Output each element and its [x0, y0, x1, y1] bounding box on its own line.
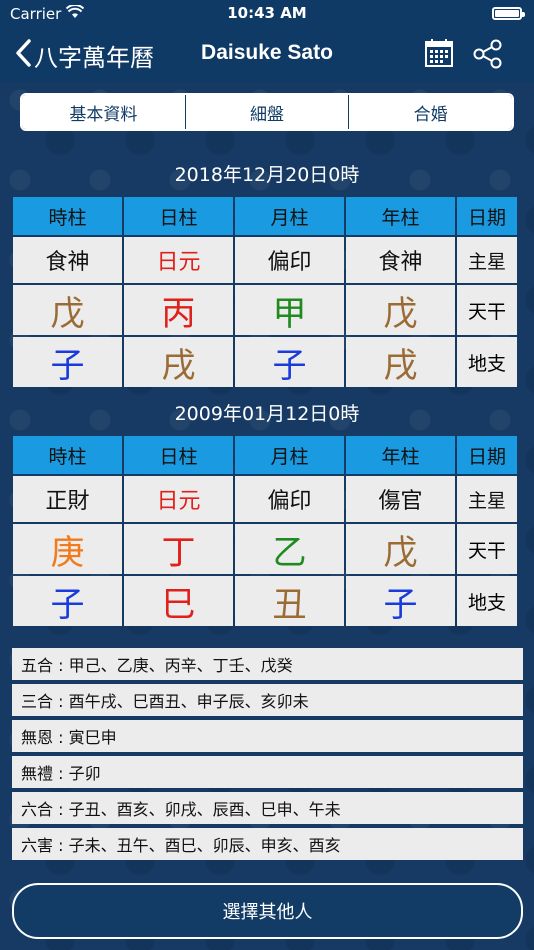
share-icon[interactable] [472, 38, 504, 70]
header-date: 日期 [457, 436, 517, 474]
chart2-star-row: 正財 日元 偏印 傷官 主星 [12, 476, 523, 524]
battery-icon [492, 7, 525, 20]
star-cell: 偏印 [235, 476, 344, 522]
chart1-date: 2018年12月20日0時 [174, 164, 360, 186]
stem-cell: 戊 [346, 285, 455, 335]
list-item: 六害 : 子未、丑午、酉巳、卯辰、申亥、酉亥 [12, 828, 523, 860]
star-cell: 食神 [13, 237, 122, 283]
branch-cell: 丑 [235, 576, 344, 626]
header-day-pillar: 日柱 [124, 197, 233, 235]
chart2-header-row: 時柱 日柱 月柱 年柱 日期 [12, 436, 523, 476]
tab-detail-chart[interactable]: 細盤 [185, 95, 350, 129]
header-hour-pillar: 時柱 [13, 436, 122, 474]
list-item: 五合 : 甲己、乙庚、丙辛、丁壬、戊癸 [12, 648, 523, 680]
star-cell: 日元 [124, 237, 233, 283]
chart1-zhi-row: 子 戌 子 戌 地支 [12, 337, 523, 389]
branch-cell: 戌 [346, 337, 455, 387]
stem-cell: 庚 [13, 524, 122, 574]
stem-cell: 甲 [235, 285, 344, 335]
tab-marriage[interactable]: 合婚 [349, 95, 512, 129]
chart2-gan-row: 庚 丁 乙 戊 天干 [12, 524, 523, 576]
navigation-bar: 八字萬年曆 Daisuke Sato [0, 28, 534, 82]
header-year-pillar: 年柱 [346, 436, 455, 474]
branch-cell: 子 [346, 576, 455, 626]
branch-cell: 巳 [124, 576, 233, 626]
chart1-star-row: 食神 日元 偏印 食神 主星 [12, 237, 523, 285]
tab-basic-info[interactable]: 基本資料 [22, 95, 186, 129]
chart1-grid: 時柱 日柱 月柱 年柱 日期 食神 日元 偏印 食神 主星 戊 丙 甲 戊 天干… [12, 197, 523, 389]
list-item: 無禮 : 子卯 [12, 756, 523, 788]
header-hour-pillar: 時柱 [13, 197, 122, 235]
clock: 10:43 AM [227, 4, 307, 22]
branch-cell: 子 [13, 576, 122, 626]
header-date: 日期 [457, 197, 517, 235]
row-label-heavenly-stem: 天干 [457, 524, 517, 574]
star-cell: 食神 [346, 237, 455, 283]
header-month-pillar: 月柱 [235, 436, 344, 474]
row-label-heavenly-stem: 天干 [457, 285, 517, 335]
row-label-earthly-branch: 地支 [457, 337, 517, 387]
header-month-pillar: 月柱 [235, 197, 344, 235]
relationship-list: 五合 : 甲己、乙庚、丙辛、丁壬、戊癸 三合 : 酉午戌、巳酉丑、申子辰、亥卯未… [12, 648, 523, 864]
chart2-zhi-row: 子 巳 丑 子 地支 [12, 576, 523, 628]
star-cell: 正財 [13, 476, 122, 522]
chart2-grid: 時柱 日柱 月柱 年柱 日期 正財 日元 偏印 傷官 主星 庚 丁 乙 戊 天干… [12, 436, 523, 628]
stem-cell: 丙 [124, 285, 233, 335]
list-item: 三合 : 酉午戌、巳酉丑、申子辰、亥卯未 [12, 684, 523, 716]
stem-cell: 戊 [346, 524, 455, 574]
star-cell: 日元 [124, 476, 233, 522]
row-label-main-star: 主星 [457, 476, 517, 522]
header-year-pillar: 年柱 [346, 197, 455, 235]
chart1-header-row: 時柱 日柱 月柱 年柱 日期 [12, 197, 523, 237]
header-day-pillar: 日柱 [124, 436, 233, 474]
chart1-gan-row: 戊 丙 甲 戊 天干 [12, 285, 523, 337]
list-item: 無恩 : 寅巳申 [12, 720, 523, 752]
segmented-control: 基本資料 細盤 合婚 [20, 93, 514, 131]
select-other-person-button[interactable]: 選擇其他人 [12, 883, 523, 939]
branch-cell: 子 [235, 337, 344, 387]
star-cell: 偏印 [235, 237, 344, 283]
status-bar: Carrier 10:43 AM [0, 0, 534, 28]
stem-cell: 丁 [124, 524, 233, 574]
row-label-main-star: 主星 [457, 237, 517, 283]
stem-cell: 戊 [13, 285, 122, 335]
calendar-icon[interactable] [424, 38, 454, 68]
row-label-earthly-branch: 地支 [457, 576, 517, 626]
stem-cell: 乙 [235, 524, 344, 574]
branch-cell: 子 [13, 337, 122, 387]
list-item: 六合 : 子丑、酉亥、卯戌、辰酉、巳申、午未 [12, 792, 523, 824]
star-cell: 傷官 [346, 476, 455, 522]
branch-cell: 戌 [124, 337, 233, 387]
chart2-date: 2009年01月12日0時 [174, 403, 360, 425]
